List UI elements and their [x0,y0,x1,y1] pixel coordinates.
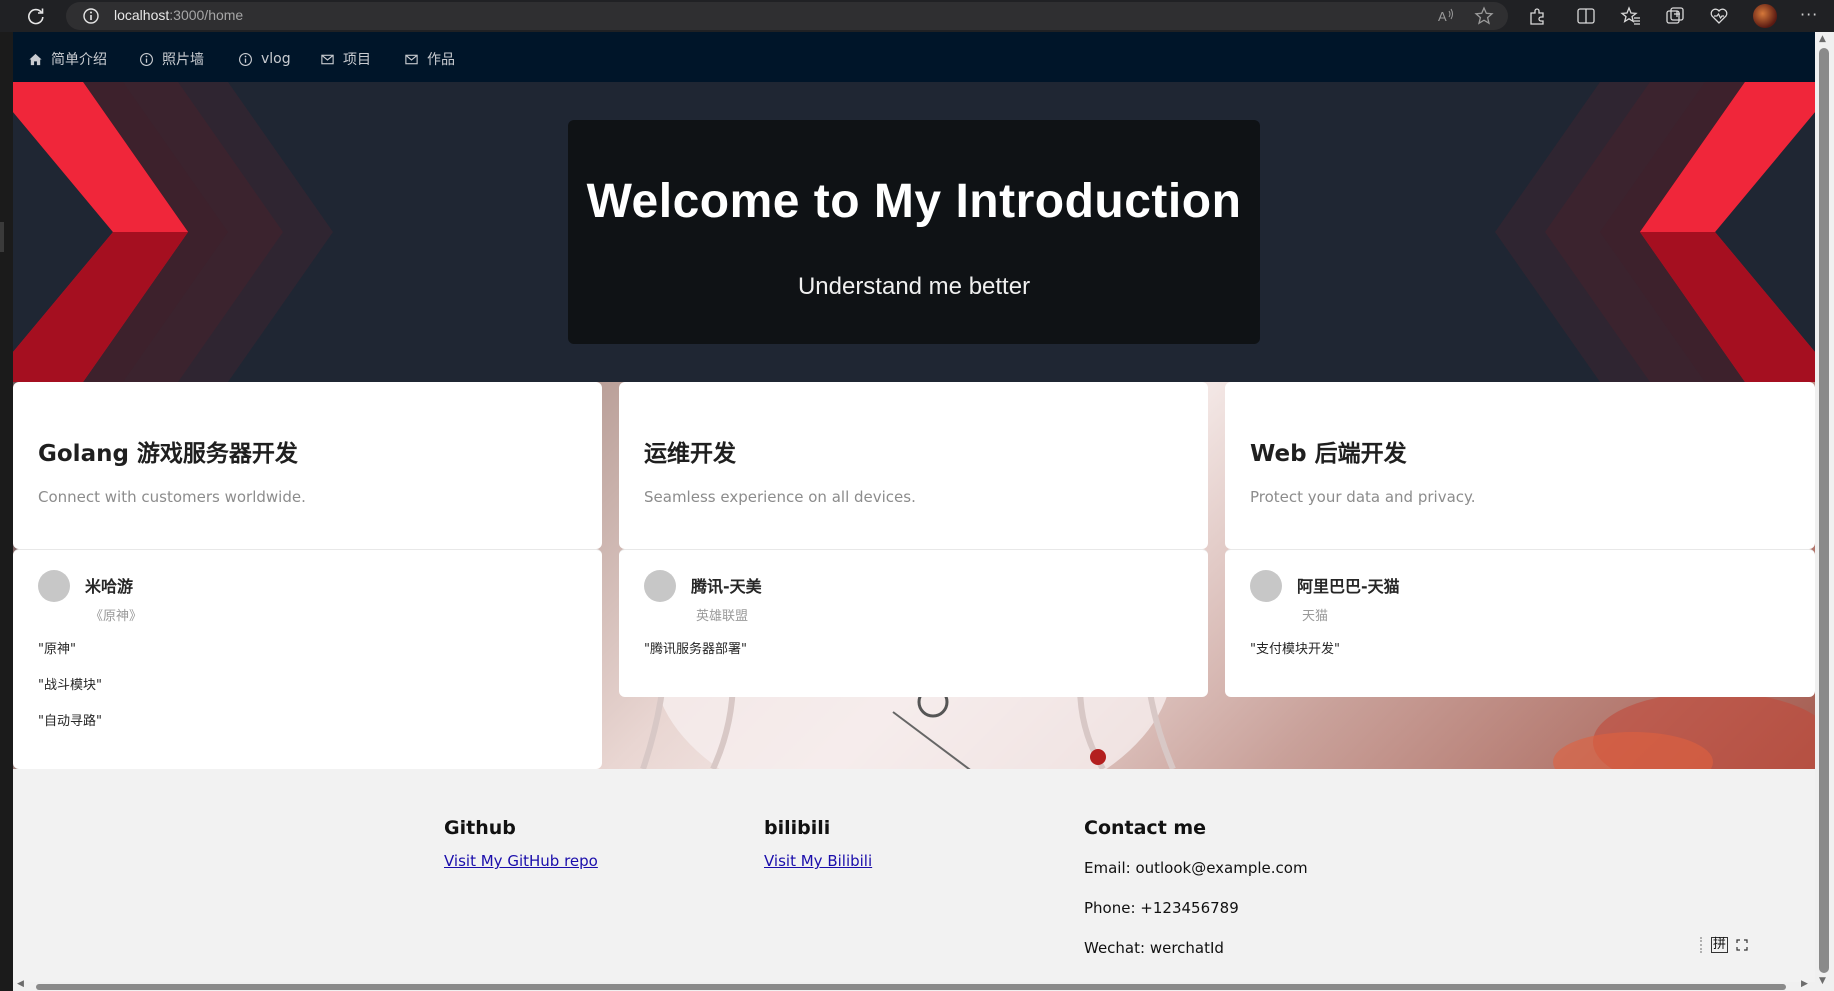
nav-item-photo-wall[interactable]: 照片墙 [139,48,204,70]
github-link[interactable]: Visit My GitHub repo [444,852,598,870]
vertical-scroll-thumb[interactable] [1819,48,1829,973]
nav-item-projects[interactable]: 项目 [320,48,371,70]
ime-expand-icon[interactable] [1736,939,1748,951]
footer-contact-heading: Contact me [1084,817,1207,839]
company-card-alibaba: 阿里巴巴-天猫 天猫 "支付模块开发" [1225,549,1815,697]
extensions-icon[interactable] [1526,5,1548,27]
bilibili-link[interactable]: Visit My Bilibili [764,852,872,870]
company-product: 英雄联盟 [696,609,749,624]
vertical-scrollbar[interactable]: ▲ ▼ [1815,32,1834,991]
nav-label: 作品 [427,52,455,68]
reload-icon[interactable] [26,6,46,26]
card-description: Protect your data and privacy. [1250,488,1476,506]
hero-title-box: Welcome to My Introduction Understand me… [568,120,1260,344]
card-title: Web 后端开发 [1250,441,1407,467]
company-name: 阿里巴巴-天猫 [1297,577,1400,596]
read-aloud-icon[interactable]: A [1435,5,1457,27]
work-item: "自动寻路" [38,714,102,729]
skill-card-golang: Golang 游戏服务器开发 Connect with customers wo… [13,382,602,549]
footer-github-heading: Github [444,817,516,839]
scroll-up-icon[interactable]: ▲ [1819,34,1826,44]
nav-label: 项目 [343,52,371,68]
horizontal-scroll-thumb[interactable] [36,984,1786,990]
contact-phone: Phone: +123456789 [1084,899,1239,917]
company-name: 米哈游 [85,577,134,596]
mail-icon [321,54,334,64]
company-avatar [1250,570,1282,602]
mail-icon [405,54,418,64]
company-product: 《原神》 [90,609,143,624]
company-product: 天猫 [1302,609,1329,624]
collections-icon[interactable] [1664,5,1686,27]
company-avatar [644,570,676,602]
settings-menu-icon[interactable]: ··· [1800,5,1818,24]
nav-label: 简单介绍 [51,52,107,68]
site-info-icon[interactable] [82,7,100,25]
work-item: "支付模块开发" [1250,642,1340,657]
horizontal-scrollbar[interactable]: ◀ ▶ [13,979,1815,991]
browser-essentials-icon[interactable] [1708,5,1730,27]
hero-banner: Welcome to My Introduction Understand me… [13,82,1815,382]
card-title: 运维开发 [644,441,736,467]
browser-toolbar: localhost:3000/home A ··· [0,0,1834,32]
company-name: 腾讯-天美 [691,577,762,596]
url-path: :3000/home [169,7,244,23]
site-nav: 简单介绍 照片墙 vlog 项目 作品 [13,32,1815,82]
window-left-edge [0,32,13,991]
contact-email: Email: outlook@example.com [1084,859,1308,877]
company-card-mihoyo: 米哈游 《原神》 "原神" "战斗模块" "自动寻路" [13,549,602,769]
split-screen-icon[interactable] [1575,5,1597,27]
company-avatar [38,570,70,602]
ime-drag-handle[interactable] [1700,937,1703,953]
info-circle-icon [140,52,153,66]
url-host: localhost [114,7,170,23]
scroll-right-icon[interactable]: ▶ [1801,979,1808,989]
footer: Github Visit My GitHub repo bilibili Vis… [13,769,1815,982]
nav-label: vlog [261,51,291,67]
contact-wechat: Wechat: werchatId [1084,939,1224,957]
nav-label: 照片墙 [162,52,204,68]
info-circle-icon [239,52,252,66]
footer-bilibili-heading: bilibili [764,817,831,839]
profile-avatar[interactable] [1753,4,1777,28]
ime-pinyin-icon[interactable]: 拼 [1711,937,1729,953]
favorites-icon[interactable] [1620,5,1642,27]
hero-title: Welcome to My Introduction [586,175,1242,228]
card-description: Seamless experience on all devices. [644,488,916,506]
card-description: Connect with customers worldwide. [38,488,306,506]
nav-item-intro[interactable]: 简单介绍 [28,48,107,70]
skill-card-web-backend: Web 后端开发 Protect your data and privacy. [1225,382,1815,549]
work-item: "原神" [38,642,76,657]
nav-item-works[interactable]: 作品 [404,48,455,70]
hero-subtitle: Understand me better [797,273,1031,300]
svg-text:A: A [1438,9,1447,24]
scroll-down-icon[interactable]: ▼ [1819,976,1826,986]
work-item: "腾讯服务器部署" [644,642,747,657]
experience-section: Golang 游戏服务器开发 Connect with customers wo… [13,382,1815,769]
card-title: Golang 游戏服务器开发 [38,441,298,467]
work-item: "战斗模块" [38,678,102,693]
company-card-tencent: 腾讯-天美 英雄联盟 "腾讯服务器部署" [619,549,1208,697]
ime-toolbar[interactable]: 拼 [1700,936,1752,954]
nav-item-vlog[interactable]: vlog [238,48,291,70]
skill-card-devops: 运维开发 Seamless experience on all devices. [619,382,1208,549]
address-bar[interactable] [66,2,1508,30]
url-text[interactable]: localhost:3000/home [114,7,243,23]
scroll-left-icon[interactable]: ◀ [17,979,24,989]
favorite-star-icon[interactable] [1473,5,1495,27]
home-icon [29,53,42,65]
